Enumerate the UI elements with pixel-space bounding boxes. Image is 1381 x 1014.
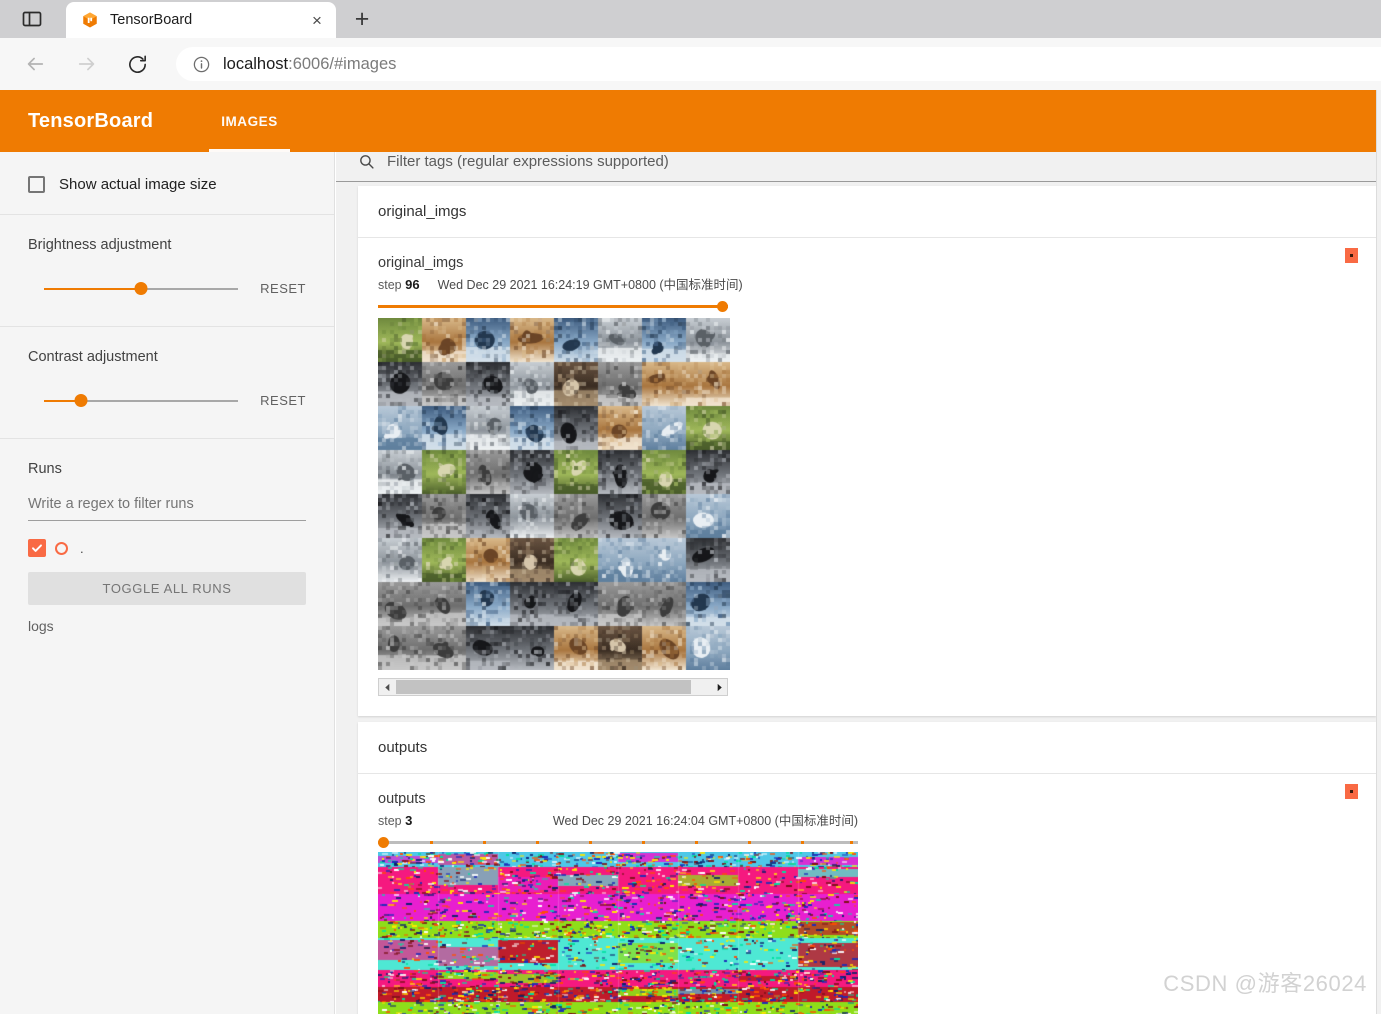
run-color-badge[interactable] xyxy=(1345,784,1358,799)
browser-tab[interactable]: TensorBoard × xyxy=(66,2,336,38)
slider-thumb[interactable] xyxy=(134,282,148,295)
run-color-circle-icon xyxy=(55,541,68,555)
info-circle-icon[interactable] xyxy=(190,53,212,75)
toggle-all-runs-button[interactable]: TOGGLE ALL RUNS xyxy=(28,572,306,605)
browser-tabstrip: TensorBoard × + xyxy=(0,0,1381,38)
image-tag-label: original_imgs xyxy=(378,255,464,271)
show-actual-image-size-checkbox[interactable]: Show actual image size xyxy=(0,172,334,196)
runs-list: . xyxy=(0,521,334,559)
step-label: step xyxy=(378,814,402,829)
slider-fill xyxy=(44,287,142,290)
brightness-reset-button[interactable]: RESET xyxy=(256,275,310,302)
image-preview-original-imgs[interactable] xyxy=(378,318,730,671)
url-host: localhost xyxy=(223,54,289,73)
brightness-section: Brightness adjustment RESET xyxy=(0,215,334,327)
slider-thumb[interactable] xyxy=(378,837,389,849)
scrollbar-track[interactable] xyxy=(395,679,711,695)
image-meta: step 96 Wed Dec 29 2021 16:24:19 GMT+080… xyxy=(378,274,1356,293)
back-arrow-icon[interactable] xyxy=(18,47,52,81)
slider-tick xyxy=(430,841,433,845)
reload-icon[interactable] xyxy=(120,47,154,81)
tensorboard-cube-icon xyxy=(80,10,100,30)
left-sidebar: Show actual image size Brightness adjust… xyxy=(0,152,335,1014)
step-label: step xyxy=(378,278,402,293)
brightness-slider-row: RESET xyxy=(0,275,334,302)
slider-tick xyxy=(850,841,853,845)
slider-tick xyxy=(483,841,486,845)
run-item[interactable]: . xyxy=(28,537,306,559)
slider-tick xyxy=(695,841,698,845)
card-header-outputs[interactable]: outputs xyxy=(358,722,1376,774)
tag-filter-placeholder: Filter tags (regular expressions support… xyxy=(387,153,669,170)
step-slider-outputs[interactable] xyxy=(378,837,858,849)
step-indicator: step 3 xyxy=(378,813,412,828)
step-slider-original-imgs[interactable] xyxy=(378,301,728,313)
image-meta: step 3 Wed Dec 29 2021 16:24:04 GMT+0800… xyxy=(378,810,858,829)
tensorboard-nav-tabs: IMAGES xyxy=(201,90,298,152)
run-item-label: . xyxy=(80,540,84,556)
forward-arrow-icon[interactable] xyxy=(70,47,104,81)
slider-thumb[interactable] xyxy=(74,394,88,407)
browser-toolbar: localhost:6006/#images xyxy=(0,38,1381,90)
close-icon[interactable]: × xyxy=(304,7,330,33)
address-bar-url: localhost:6006/#images xyxy=(223,55,396,74)
runs-title: Runs xyxy=(28,461,62,477)
card-header-original-imgs[interactable]: original_imgs xyxy=(358,186,1376,238)
card-outputs: outputs outputs step 3 Wed Dec 29 2021 1… xyxy=(358,722,1376,1014)
scroll-left-arrow-icon[interactable] xyxy=(379,679,395,695)
slider-thumb[interactable] xyxy=(717,301,728,313)
contrast-label: Contrast adjustment xyxy=(28,349,158,365)
contrast-slider-row: RESET xyxy=(0,387,334,414)
brightness-label: Brightness adjustment xyxy=(28,237,172,253)
slider-tick xyxy=(748,841,751,845)
step-value: 96 xyxy=(405,277,420,293)
run-color-badge[interactable] xyxy=(1345,248,1358,263)
runs-section: Runs Write a regex to filter runs . TOGG… xyxy=(0,439,334,634)
image-tag-label: outputs xyxy=(378,791,426,807)
main-content: Filter tags (regular expressions support… xyxy=(336,152,1376,1014)
slider-tick xyxy=(801,841,804,845)
step-value: 3 xyxy=(405,813,413,829)
new-tab-button[interactable]: + xyxy=(345,2,379,36)
tensorboard-logo[interactable]: TensorBoard xyxy=(28,110,153,133)
image-timestamp: Wed Dec 29 2021 16:24:04 GMT+0800 (中国标准时… xyxy=(552,814,858,829)
image-grid-wrapper xyxy=(378,318,1356,675)
scroll-right-arrow-icon[interactable] xyxy=(711,679,727,695)
run-checkbox-icon[interactable] xyxy=(28,539,46,557)
browser-tab-title: TensorBoard xyxy=(110,12,193,28)
page-scrollbar-gutter[interactable] xyxy=(1376,90,1381,1014)
image-timestamp: Wed Dec 29 2021 16:24:19 GMT+0800 (中国标准时… xyxy=(437,278,743,293)
image-preview-outputs[interactable] xyxy=(378,852,858,1014)
show-actual-image-size-label: Show actual image size xyxy=(59,175,217,193)
image-item-outputs: outputs step 3 Wed Dec 29 2021 16:24:04 … xyxy=(358,774,1376,1014)
slider-tick xyxy=(536,841,539,845)
runs-filter-placeholder: Write a regex to filter runs xyxy=(28,496,194,512)
brightness-slider[interactable] xyxy=(44,280,239,298)
image-horizontal-scrollbar[interactable] xyxy=(378,678,728,697)
slider-track xyxy=(378,841,858,845)
scrollbar-thumb[interactable] xyxy=(396,680,691,695)
slider-fill xyxy=(378,305,728,309)
checkbox-icon xyxy=(28,175,45,193)
tensorboard-header: TensorBoard IMAGES xyxy=(0,90,1376,152)
card-original-imgs: original_imgs original_imgs step 96 Wed … xyxy=(358,186,1376,716)
contrast-slider[interactable] xyxy=(44,392,239,410)
step-indicator: step 96 xyxy=(378,277,420,292)
slider-tick xyxy=(642,841,645,845)
url-path: :6006/#images xyxy=(288,54,397,73)
show-actual-size-section: Show actual image size xyxy=(0,152,334,215)
contrast-reset-button[interactable]: RESET xyxy=(256,387,310,414)
runs-filter-input[interactable]: Write a regex to filter runs xyxy=(28,495,306,521)
runs-footer-label: logs xyxy=(28,618,54,634)
tab-images[interactable]: IMAGES xyxy=(201,90,298,152)
address-bar[interactable]: localhost:6006/#images xyxy=(176,47,1381,81)
tag-filter-bar[interactable]: Filter tags (regular expressions support… xyxy=(336,152,1376,182)
image-item-original-imgs: original_imgs step 96 Wed Dec 29 2021 16… xyxy=(358,238,1376,706)
search-icon xyxy=(358,153,376,170)
sidebar-toggle-icon[interactable] xyxy=(8,3,56,35)
slider-tick xyxy=(589,841,592,845)
contrast-section: Contrast adjustment RESET xyxy=(0,327,334,439)
